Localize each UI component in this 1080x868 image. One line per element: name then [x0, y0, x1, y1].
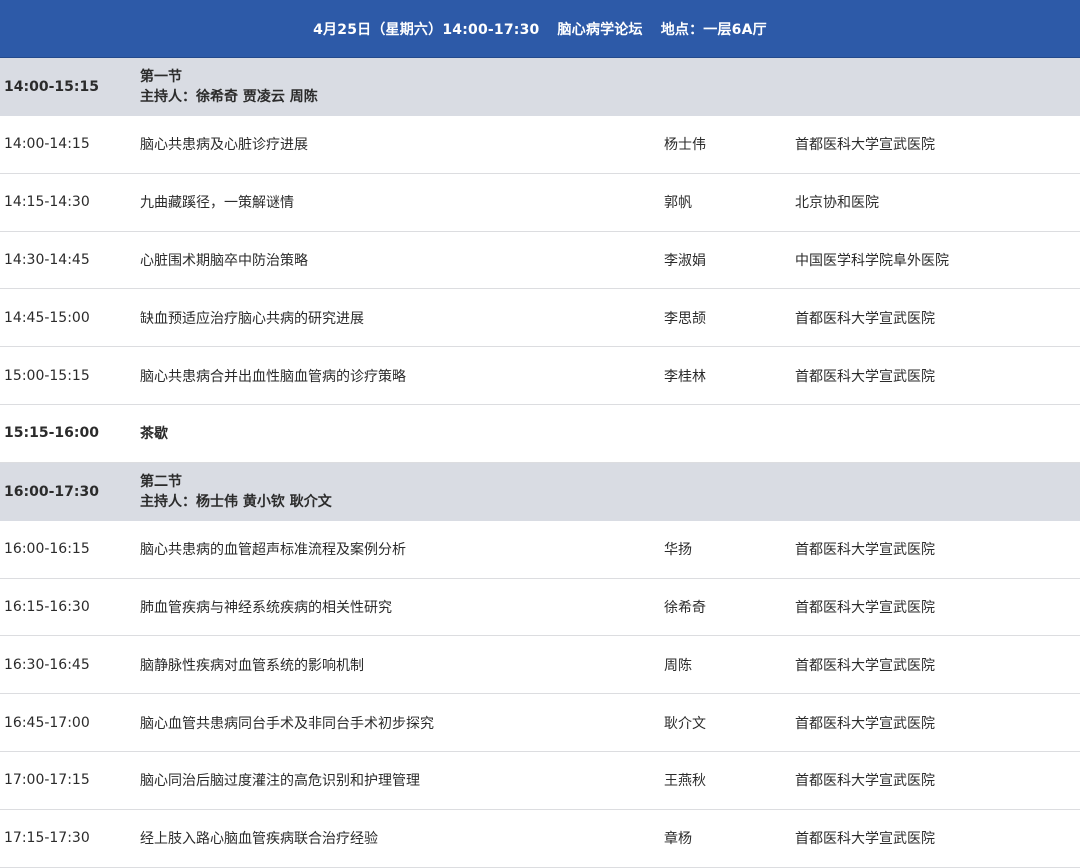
table-row: 17:15-17:30 经上肢入路心脑血管疾病联合治疗经验 章杨 首都医科大学宣…	[0, 810, 1080, 868]
table-row: 16:00-16:15 脑心共患病的血管超声标准流程及案例分析 华扬 首都医科大…	[0, 521, 1080, 579]
section-hosts: 主持人：徐希奇 贾凌云 周陈	[140, 89, 318, 105]
schedule-header: 4月25日（星期六）14:00-17:30 脑心病学论坛 地点：一层6A厅	[0, 0, 1080, 58]
break-label: 茶歇	[140, 426, 168, 443]
row-speaker: 周陈	[664, 657, 692, 674]
row-time: 16:15-16:30	[4, 598, 90, 615]
row-org: 首都医科大学宣武医院	[795, 368, 935, 385]
row-speaker: 章杨	[664, 831, 692, 848]
row-time: 14:00-15:15	[4, 79, 99, 95]
row-speaker: 杨士伟	[664, 137, 706, 154]
table-row: 16:30-16:45 脑静脉性疾病对血管系统的影响机制 周陈 首都医科大学宣武…	[0, 636, 1080, 695]
row-org: 首都医科大学宣武医院	[795, 773, 935, 790]
table-row: 16:45-17:00 脑心血管共患病同台手术及非同台手术初步探究 耿介文 首都…	[0, 694, 1080, 752]
row-time: 17:15-17:30	[4, 830, 90, 847]
row-speaker: 华扬	[664, 542, 692, 559]
table-row: 14:30-14:45 心脏围术期脑卒中防治策略 李淑娟 中国医学科学院阜外医院	[0, 232, 1080, 290]
table-row: 15:00-15:15 脑心共患病合并出血性脑血管病的诊疗策略 李桂林 首都医科…	[0, 347, 1080, 405]
row-topic: 脑心共患病及心脏诊疗进展	[140, 137, 308, 154]
row-time: 14:15-14:30	[4, 194, 90, 211]
row-time: 16:30-16:45	[4, 656, 90, 673]
row-time: 17:00-17:15	[4, 772, 90, 789]
table-row: 14:15-14:30 九曲藏蹊径，一策解谜情 郭帆 北京协和医院	[0, 174, 1080, 232]
row-time: 14:30-14:45	[4, 251, 90, 268]
schedule-table: 4月25日（星期六）14:00-17:30 脑心病学论坛 地点：一层6A厅 14…	[0, 0, 1080, 868]
row-time: 14:45-15:00	[4, 309, 90, 326]
row-org: 首都医科大学宣武医院	[795, 599, 935, 616]
section-title: 第二节	[140, 473, 182, 490]
row-topic: 脑心血管共患病同台手术及非同台手术初步探究	[140, 715, 434, 732]
row-org: 首都医科大学宣武医院	[795, 310, 935, 327]
row-org: 首都医科大学宣武医院	[795, 137, 935, 154]
row-org: 首都医科大学宣武医院	[795, 542, 935, 559]
row-org: 中国医学科学院阜外医院	[795, 252, 949, 269]
header-venue: 地点：一层6A厅	[660, 21, 767, 38]
row-org: 首都医科大学宣武医院	[795, 715, 935, 732]
row-speaker: 李思颉	[664, 310, 706, 327]
section-info: 第一节 主持人：徐希奇 贾凌云 周陈	[140, 67, 664, 107]
row-speaker: 李淑娟	[664, 252, 706, 269]
section-info: 第二节 主持人：杨士伟 黄小钦 耿介文	[140, 472, 664, 512]
row-time: 16:00-16:15	[4, 541, 90, 558]
row-topic: 脑心共患病的血管超声标准流程及案例分析	[140, 542, 406, 559]
row-speaker: 郭帆	[664, 195, 692, 212]
header-forum: 脑心病学论坛	[557, 21, 643, 38]
section-row-2: 16:00-17:30 第二节 主持人：杨士伟 黄小钦 耿介文	[0, 462, 1080, 521]
row-speaker: 徐希奇	[664, 599, 706, 616]
section-hosts: 主持人：杨士伟 黄小钦 耿介文	[140, 493, 332, 510]
row-speaker: 王燕秋	[664, 773, 706, 790]
section-title: 第一节	[140, 69, 182, 85]
row-time: 15:00-15:15	[4, 367, 90, 384]
row-org: 北京协和医院	[795, 195, 879, 212]
row-topic: 经上肢入路心脑血管疾病联合治疗经验	[140, 831, 378, 848]
row-time: 15:15-16:00	[4, 425, 99, 442]
row-speaker: 李桂林	[664, 368, 706, 385]
table-row: 16:15-16:30 肺血管疾病与神经系统疾病的相关性研究 徐希奇 首都医科大…	[0, 579, 1080, 637]
row-topic: 心脏围术期脑卒中防治策略	[140, 252, 308, 269]
row-time: 16:00-17:30	[4, 483, 99, 500]
table-row: 14:00-14:15 脑心共患病及心脏诊疗进展 杨士伟 首都医科大学宣武医院	[0, 116, 1080, 174]
row-speaker: 耿介文	[664, 715, 706, 732]
break-row: 15:15-16:00 茶歇	[0, 405, 1080, 463]
row-org: 首都医科大学宣武医院	[795, 831, 935, 848]
row-topic: 脑静脉性疾病对血管系统的影响机制	[140, 657, 364, 674]
section-row-1: 14:00-15:15 第一节 主持人：徐希奇 贾凌云 周陈	[0, 58, 1080, 116]
row-time: 16:45-17:00	[4, 714, 90, 731]
table-row: 17:00-17:15 脑心同治后脑过度灌注的高危识别和护理管理 王燕秋 首都医…	[0, 752, 1080, 810]
row-topic: 肺血管疾病与神经系统疾病的相关性研究	[140, 599, 392, 616]
row-topic: 九曲藏蹊径，一策解谜情	[140, 195, 294, 212]
row-topic: 缺血预适应治疗脑心共病的研究进展	[140, 310, 364, 327]
row-topic: 脑心同治后脑过度灌注的高危识别和护理管理	[140, 773, 420, 790]
header-date: 4月25日（星期六）14:00-17:30	[313, 21, 540, 38]
table-row: 14:45-15:00 缺血预适应治疗脑心共病的研究进展 李思颉 首都医科大学宣…	[0, 289, 1080, 348]
row-org: 首都医科大学宣武医院	[795, 657, 935, 674]
row-topic: 脑心共患病合并出血性脑血管病的诊疗策略	[140, 368, 406, 385]
row-time: 14:00-14:15	[4, 136, 90, 153]
